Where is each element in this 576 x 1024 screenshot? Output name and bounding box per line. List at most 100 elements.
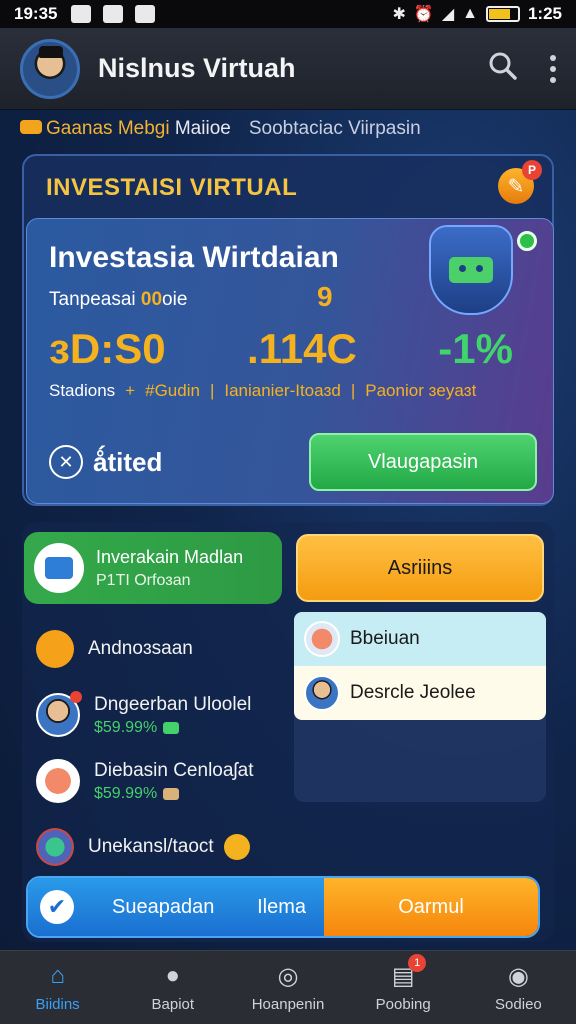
nav-label: Biidins [35, 996, 80, 1013]
nav-label: Sodieo [495, 996, 542, 1013]
edit-button[interactable]: ✎ P [498, 160, 542, 204]
pencil-icon: ✎ [507, 175, 525, 198]
leaf-icon [163, 721, 180, 734]
nav-badge: 1 [408, 954, 427, 972]
online-indicator [517, 231, 537, 251]
card-label-prefix: Tanpeasai [49, 289, 136, 310]
check-icon: ✔ [40, 890, 74, 924]
coin-icon [36, 630, 74, 668]
nav-label: Bapiot [151, 996, 195, 1013]
list-item-subtitle: $59.99% [94, 719, 251, 737]
card-mark: 9 [317, 281, 333, 312]
home-icon: ⌂ [50, 962, 65, 989]
contact-row[interactable]: Bbeiuan [294, 612, 546, 666]
list-item[interactable]: Unekansl/taoct [36, 816, 286, 878]
cta-left-label: Sueapadan [112, 895, 215, 918]
list-item-title: Diebasin Cenloaʃat [94, 759, 254, 781]
stat-value-1: ɜD:S0 [49, 325, 166, 372]
nav-item-person[interactable]: ● Bapiot [115, 951, 230, 1024]
wifi-icon: ◢ [441, 6, 455, 23]
cta-middle-label: Ilema [257, 895, 306, 918]
avatar[interactable] [20, 38, 80, 99]
orange-action-button[interactable]: Asriiins [296, 534, 544, 602]
status-right: ✱ ⏰ ◢ ▲ 1:25 [392, 4, 562, 24]
subheader-item-2[interactable]: Soobtaciac Viirpasin [249, 118, 421, 140]
nav-item-home[interactable]: ⌂ Biidins [0, 951, 115, 1024]
notification-badge: P [522, 160, 542, 180]
contact-label: Desrcle Jeolee [350, 682, 476, 703]
investment-card: Investasia Wirtdaian Tanpeasai 00oie 9 ɜ… [26, 218, 554, 504]
app-bar-actions [488, 51, 556, 87]
gallery-icon [103, 5, 124, 23]
bag-icon [163, 787, 180, 800]
battery-time: 1:25 [527, 4, 562, 23]
compass-icon: ◎ [277, 962, 299, 990]
list-item-value: $59.99% [94, 784, 158, 802]
battery-icon [485, 6, 520, 22]
person-avatar-icon [304, 675, 340, 711]
tools-icon: ✕ [49, 445, 83, 479]
stat-value-3: -1% [438, 325, 513, 372]
list-item-title: Andnoɜsaan [88, 638, 193, 659]
profile-icon: ◉ [507, 962, 529, 990]
close-icon [135, 5, 156, 23]
nav-label: Poobing [375, 996, 431, 1013]
subheader-item-1[interactable]: Gaanas Mebgi Maiioe [20, 118, 231, 140]
primary-action-button[interactable]: Vlaugapasin [309, 433, 537, 491]
stat-labels: Stadions + #Gudin | Ianianier-Itoaɜd | P… [49, 381, 476, 401]
invest-card-text: Inverakain Madlan P1TI Orfoɜan [96, 547, 243, 590]
person-avatar-icon [36, 691, 82, 737]
nav-label: Hoanpenin [251, 996, 325, 1013]
contact-row[interactable]: Desrcle Jeolee [294, 666, 546, 720]
shield-bot-icon [429, 225, 513, 315]
photo-icon [71, 5, 92, 23]
signal-icon: ▲ [462, 5, 478, 22]
app-bar: Nislnus Virtuah [0, 28, 576, 110]
list-item[interactable]: Dngeerban Uloolel $59.99% [36, 684, 286, 746]
cta-left-button[interactable]: ✔ Sueapadan Ilema [28, 878, 324, 936]
more-vert-icon[interactable] [550, 54, 556, 83]
search-icon[interactable] [488, 51, 518, 87]
list-item[interactable]: Diebasin Cenloaʃat $59.99% [36, 750, 286, 812]
status-text: ǻtited [93, 446, 163, 477]
list-item[interactable]: Andnoɜsaan [36, 618, 286, 680]
list-item-value: $59.99% [94, 718, 158, 736]
person-icon: ● [165, 962, 181, 989]
investment-panel: INVESTAISI VIRTUAL ✎ P Investasia Wirtda… [22, 154, 554, 506]
contact-label: Bbeiuan [350, 628, 420, 649]
nav-item-compass[interactable]: ◎ Hoanpenin [230, 951, 345, 1024]
list-item-title: Unekansl/taoct [88, 836, 214, 857]
card-label: Tanpeasai 00oie [49, 289, 187, 311]
globe-icon [36, 828, 74, 866]
nav-item-chart[interactable]: ▤ 1 Poobing [346, 951, 461, 1024]
bird-avatar-icon [304, 621, 340, 657]
stat-label-1: Stadions [49, 381, 116, 400]
list-item-subtitle: $59.99% [94, 785, 254, 803]
stat-separator-1: | [209, 381, 215, 400]
stat-separator-2: | [350, 381, 356, 400]
cta-right-button[interactable]: Oarmul [324, 878, 538, 936]
bottom-nav: ⌂ Biidins ● Bapiot ◎ Hoanpenin ▤ 1 Poobin… [0, 950, 576, 1024]
monitor-icon [34, 543, 84, 593]
panel-title: INVESTAISI VIRTUAL [46, 174, 298, 201]
nav-item-profile[interactable]: ◉ Sodieo [461, 951, 576, 1024]
chart-icon: ▤ 1 [388, 954, 427, 990]
coin-icon [223, 834, 250, 860]
stat-value-2: .114C [247, 325, 357, 372]
app-title: Nislnus Virtuah [98, 53, 296, 83]
card-status: ✕ ǻtited [49, 445, 162, 479]
activity-list: Andnoɜsaan Dngeerban Uloolel $59.99% Die… [36, 618, 286, 882]
status-time: 19:35 [14, 4, 58, 23]
card-stats: ɜD:S0 .114C -1% [49, 325, 513, 373]
invest-card[interactable]: Inverakain Madlan P1TI Orfoɜan [24, 532, 282, 604]
card-label-suffix: oie [162, 289, 188, 310]
bird-avatar-icon [36, 759, 80, 803]
subheader-item-1-accent: Gaanas Mebgi [46, 118, 170, 139]
subheader-item-1-plain: Maiioe [174, 118, 231, 139]
bottom-cta-bar: ✔ Sueapadan Ilema Oarmul [26, 876, 540, 938]
status-bar: 19:35 ✱ ⏰ ◢ ▲ 1:25 [0, 0, 576, 28]
invest-card-title: Inverakain Madlan [96, 546, 244, 567]
bluetooth-icon: ✱ [392, 6, 406, 23]
card-title: Investasia Wirtdaian [49, 241, 339, 274]
stat-label-3: Ianianier-Itoaɜd [224, 381, 341, 400]
